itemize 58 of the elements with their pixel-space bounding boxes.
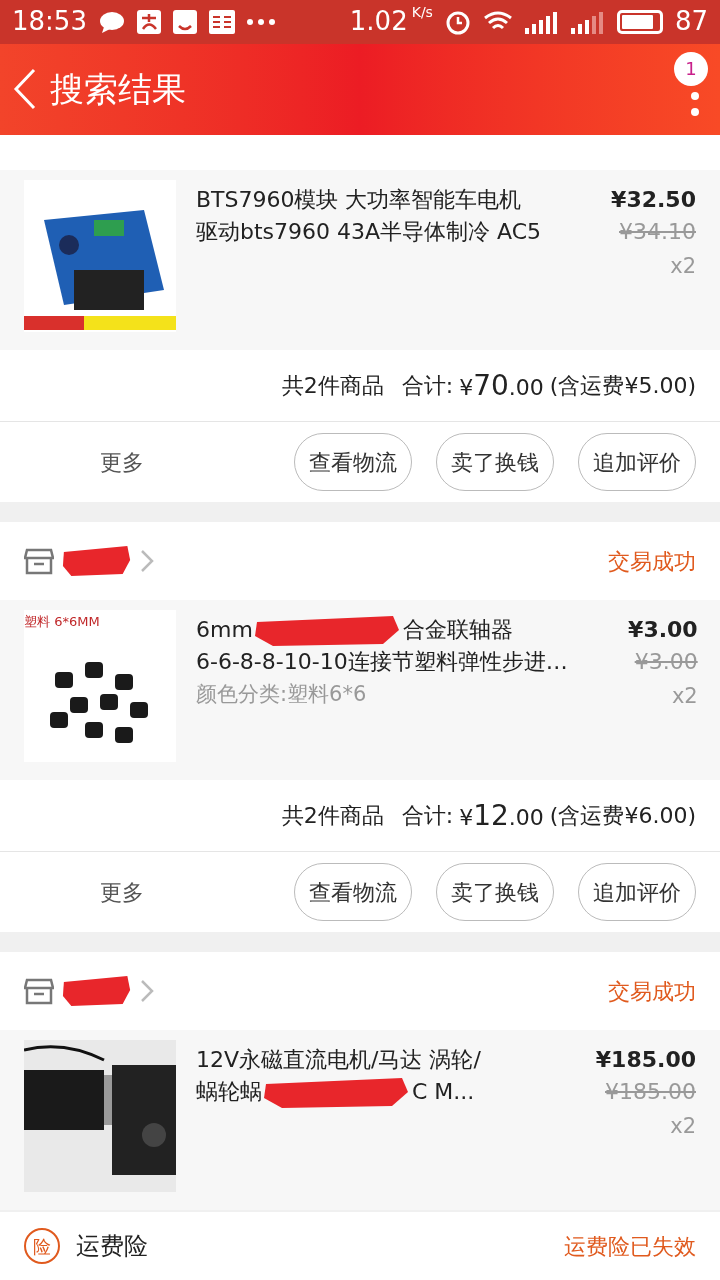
order-status: 交易成功 xyxy=(608,977,696,1006)
order-total: ¥12.00 xyxy=(459,797,544,834)
quantity: x2 xyxy=(671,683,698,711)
signal-icon xyxy=(524,9,559,34)
product-title: 驱动bts7960 43A半导体制冷 AC5 xyxy=(196,219,542,245)
app-icon xyxy=(136,9,161,34)
more-icon[interactable] xyxy=(690,91,700,118)
order-status: 交易成功 xyxy=(608,547,696,576)
original-price: ¥185.00 xyxy=(605,1078,696,1107)
news-icon xyxy=(208,9,235,34)
insurance-badge: 险 xyxy=(24,1228,60,1265)
product-title: 12V永磁直流电机/马达 涡轮/ xyxy=(196,1047,481,1073)
price: ¥3.00 xyxy=(628,616,698,645)
product-title: C M... xyxy=(412,1079,475,1105)
insurance-title: 运费险 xyxy=(76,1231,149,1263)
price: ¥32.50 xyxy=(611,186,696,215)
order-action-button[interactable]: 查看物流 xyxy=(294,433,412,492)
item-count: 共2件商品 xyxy=(281,372,384,401)
more-link[interactable]: 更多 xyxy=(100,875,270,909)
app-icon xyxy=(172,9,197,34)
chevron-right-icon[interactable] xyxy=(140,549,154,574)
order-action-button[interactable]: 卖了换钱 xyxy=(436,433,554,492)
original-price: ¥34.10 xyxy=(619,218,696,247)
product-title: 6mm xyxy=(196,617,253,643)
quantity: x2 xyxy=(670,1113,696,1141)
order-action-button[interactable]: 查看物流 xyxy=(294,863,412,922)
insurance-status: 运费险已失效 xyxy=(564,1232,696,1261)
store-icon xyxy=(24,977,54,1006)
product-variant: 颜色分类:塑料6*6 xyxy=(196,681,368,709)
quantity: x2 xyxy=(670,253,696,281)
shipping-fee: (含运费¥6.00) xyxy=(549,802,696,831)
more-link[interactable]: 更多 xyxy=(100,445,270,479)
product-title: 蜗轮蜗 xyxy=(196,1079,262,1105)
product-title: 合金联轴器 xyxy=(402,617,513,643)
more-notifications-icon xyxy=(246,18,275,25)
item-count: 共2件商品 xyxy=(281,802,384,831)
notification-badge: 1 xyxy=(674,51,708,86)
back-icon[interactable] xyxy=(12,67,38,112)
price: ¥185.00 xyxy=(595,1046,696,1075)
order-action-button[interactable]: 卖了换钱 xyxy=(436,863,554,922)
order-action-button[interactable]: 追加评价 xyxy=(578,863,696,922)
product-title: 6-6-8-8-10-10连接节塑料弹性步进… xyxy=(196,649,568,675)
battery-icon xyxy=(616,9,663,34)
product-title: BTS7960模块 大功率智能车电机 xyxy=(196,187,522,213)
order-total: ¥70.00 xyxy=(459,367,544,404)
store-icon xyxy=(24,547,54,576)
chevron-right-icon[interactable] xyxy=(140,979,154,1004)
page-title: 搜索结果 xyxy=(50,67,186,111)
shipping-fee: (含运费¥5.00) xyxy=(549,372,696,401)
chat-icon xyxy=(98,10,125,33)
order-action-button[interactable]: 追加评价 xyxy=(578,433,696,492)
total-label: 合计: xyxy=(401,372,454,401)
clock-time: 18:53 xyxy=(12,5,87,39)
signal-icon xyxy=(570,9,605,34)
total-label: 合计: xyxy=(401,802,454,831)
battery-percent: 87 xyxy=(674,5,708,39)
original-price: ¥3.00 xyxy=(634,648,698,677)
image-caption: 塑料 6*6MM xyxy=(24,613,100,632)
